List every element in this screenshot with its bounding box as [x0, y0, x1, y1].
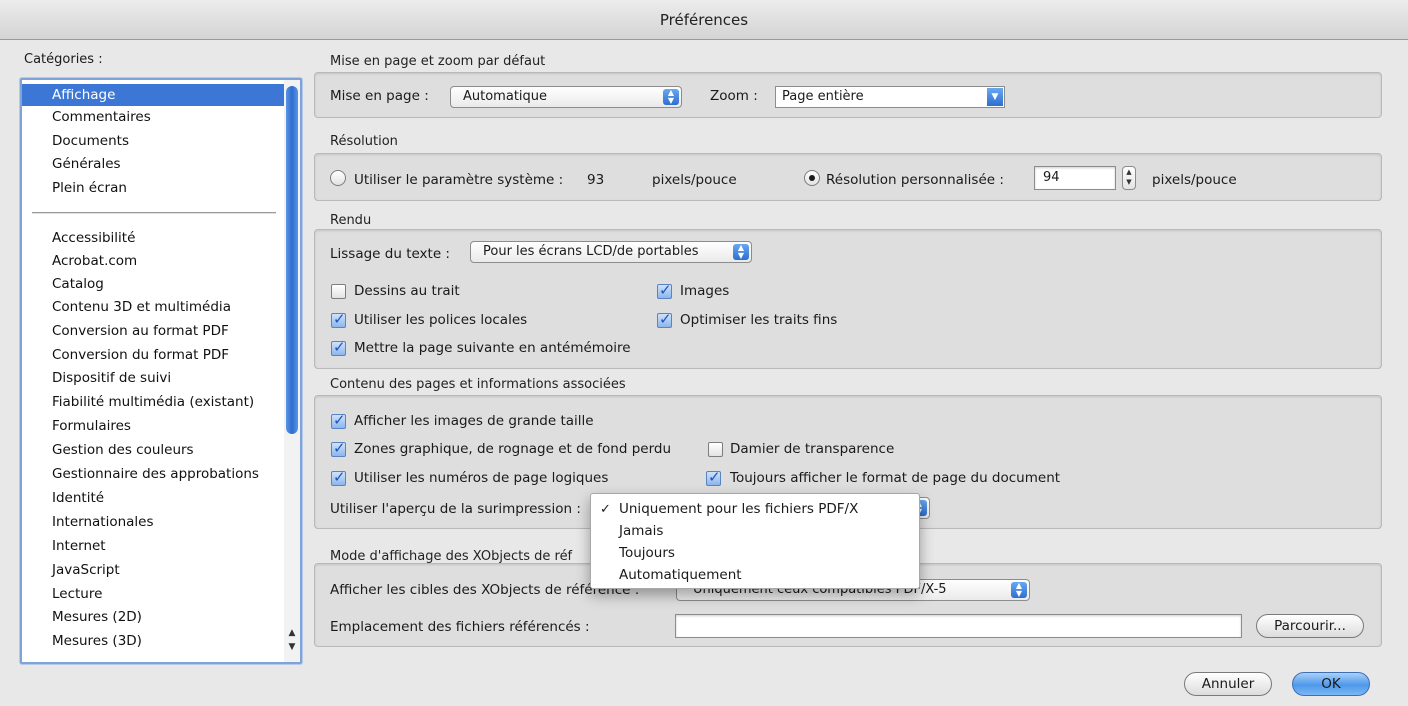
scroll-down-icon[interactable]: ▼	[285, 640, 299, 654]
sidebar-item-catalog[interactable]: Catalog	[52, 273, 104, 295]
sidebar-item-internet[interactable]: Internet	[52, 535, 106, 557]
sidebar-item-affichage[interactable]: Affichage	[22, 84, 286, 106]
sidebar-item-gestionnaire-approbations[interactable]: Gestionnaire des approbations	[52, 463, 259, 485]
text-smoothing-popup[interactable]: Pour les écrans LCD/de portables ▲ ▼	[470, 241, 752, 263]
logical-page-numbers-label: Utiliser les numéros de page logiques	[354, 470, 609, 486]
custom-resolution-label: Résolution personnalisée :	[826, 172, 1004, 188]
sidebar-item-fiabilite-multimedia[interactable]: Fiabilité multimédia (existant)	[52, 391, 254, 413]
referenced-files-label: Emplacement des fichiers référencés :	[330, 619, 590, 635]
overprint-label: Utiliser l'aperçu de la surimpression :	[330, 501, 581, 517]
system-resolution-value: 93	[587, 172, 605, 188]
menu-item-automatic[interactable]: Automatiquement	[619, 565, 742, 585]
text-smoothing-value: Pour les écrans LCD/de portables	[483, 244, 699, 259]
sidebar-item-identite[interactable]: Identité	[52, 487, 104, 509]
resolution-stepper[interactable]: ▲ ▼	[1122, 166, 1136, 190]
sidebar-item-conversion-au-pdf[interactable]: Conversion au format PDF	[52, 320, 229, 342]
sidebar-item-lecture[interactable]: Lecture	[52, 583, 102, 605]
page-layout-label: Mise en page :	[330, 88, 429, 104]
custom-resolution-input[interactable]: 94	[1034, 166, 1116, 190]
layout-zoom-title: Mise en page et zoom par défaut	[330, 54, 546, 69]
line-art-label: Dessins au trait	[354, 283, 460, 299]
resolution-title: Résolution	[330, 134, 398, 149]
page-content-title: Contenu des pages et informations associ…	[330, 377, 626, 392]
menu-item-always[interactable]: Toujours	[619, 543, 675, 563]
system-resolution-unit: pixels/pouce	[652, 172, 737, 188]
document-page-size-label: Toujours afficher le format de page du d…	[730, 470, 1061, 486]
large-images-checkbox[interactable]	[331, 411, 346, 429]
chevron-down-icon[interactable]: ▼	[987, 88, 1003, 106]
sidebar-item-acrobat-com[interactable]: Acrobat.com	[52, 250, 137, 272]
window-titlebar: Préférences	[0, 0, 1408, 40]
window-title: Préférences	[659, 11, 749, 29]
system-resolution-radio[interactable]	[330, 170, 346, 186]
page-layout-popup[interactable]: Automatique ▲ ▼	[450, 86, 682, 108]
overprint-menu[interactable]: ✓ Uniquement pour les fichiers PDF/X Jam…	[590, 493, 920, 589]
thin-lines-checkbox[interactable]	[657, 310, 672, 328]
sidebar-item-documents[interactable]: Documents	[52, 130, 129, 152]
page-layout-value: Automatique	[463, 89, 548, 104]
ok-button[interactable]: OK	[1292, 672, 1370, 696]
popup-arrows-icon: ▲▼	[1011, 582, 1027, 598]
sidebar-item-accessibilite[interactable]: Accessibilité	[52, 227, 135, 249]
categories-title: Catégories :	[24, 52, 103, 67]
art-trim-bleed-label: Zones graphique, de rognage et de fond p…	[354, 441, 672, 457]
system-resolution-label: Utiliser le paramètre système :	[354, 172, 564, 188]
categories-list[interactable]: Affichage Commentaires Documents Général…	[20, 78, 302, 664]
scroll-up-icon[interactable]: ▲	[285, 626, 299, 640]
large-images-label: Afficher les images de grande taille	[354, 413, 594, 429]
local-fonts-checkbox[interactable]	[331, 310, 346, 328]
custom-resolution-unit: pixels/pouce	[1152, 172, 1237, 188]
sidebar-item-mesures-3d[interactable]: Mesures (3D)	[52, 630, 142, 652]
sidebar-scroll-thumb[interactable]	[286, 86, 298, 434]
cache-next-page-label: Mettre la page suivante en antémémoire	[354, 340, 631, 356]
sidebar-scroll-arrows[interactable]: ▲ ▼	[285, 626, 299, 660]
sidebar-item-contenu-3d[interactable]: Contenu 3D et multimédia	[52, 296, 231, 318]
sidebar-item-internationales[interactable]: Internationales	[52, 511, 154, 533]
cancel-button[interactable]: Annuler	[1184, 672, 1272, 696]
logical-page-numbers-checkbox[interactable]	[331, 468, 346, 486]
checkmark-icon: ✓	[600, 502, 611, 517]
rendering-title: Rendu	[330, 213, 372, 228]
art-trim-bleed-checkbox[interactable]	[331, 439, 346, 457]
cache-next-page-checkbox[interactable]	[331, 338, 346, 356]
browse-button[interactable]: Parcourir...	[1256, 614, 1364, 638]
sidebar-item-formulaires[interactable]: Formulaires	[52, 415, 131, 437]
line-art-checkbox[interactable]	[331, 284, 346, 299]
sidebar-item-generales[interactable]: Générales	[52, 153, 121, 175]
sidebar-item-gestion-couleurs[interactable]: Gestion des couleurs	[52, 439, 194, 461]
sidebar-separator	[32, 212, 276, 214]
referenced-files-input[interactable]	[675, 614, 1242, 638]
menu-item-never[interactable]: Jamais	[619, 521, 663, 541]
xobjects-title: Mode d'affichage des XObjects de réf	[330, 549, 573, 564]
local-fonts-label: Utiliser les polices locales	[354, 312, 528, 328]
popup-arrows-icon: ▲▼	[733, 244, 749, 260]
images-checkbox[interactable]	[657, 281, 672, 299]
document-page-size-checkbox[interactable]	[706, 468, 721, 486]
popup-arrows-icon: ▲▼	[663, 89, 679, 105]
transparency-grid-checkbox[interactable]	[708, 442, 723, 457]
sidebar-item-conversion-du-pdf[interactable]: Conversion du format PDF	[52, 344, 229, 366]
custom-resolution-radio[interactable]	[804, 170, 820, 186]
sidebar-item-plein-ecran[interactable]: Plein écran	[52, 177, 127, 199]
sidebar-item-javascript[interactable]: JavaScript	[52, 559, 120, 581]
text-smoothing-label: Lissage du texte :	[330, 246, 450, 262]
images-label: Images	[680, 283, 730, 299]
zoom-label: Zoom :	[710, 88, 758, 104]
thin-lines-label: Optimiser les traits fins	[680, 312, 838, 328]
sidebar-item-dispositif-suivi[interactable]: Dispositif de suivi	[52, 367, 171, 389]
zoom-combo[interactable]: Page entière ▼	[775, 86, 1005, 108]
sidebar-item-mesures-2d[interactable]: Mesures (2D)	[52, 606, 142, 628]
sidebar-item-commentaires[interactable]: Commentaires	[52, 106, 151, 128]
menu-item-pdfx-only[interactable]: Uniquement pour les fichiers PDF/X	[619, 499, 858, 519]
transparency-grid-label: Damier de transparence	[730, 441, 895, 457]
zoom-value: Page entière	[782, 89, 864, 104]
